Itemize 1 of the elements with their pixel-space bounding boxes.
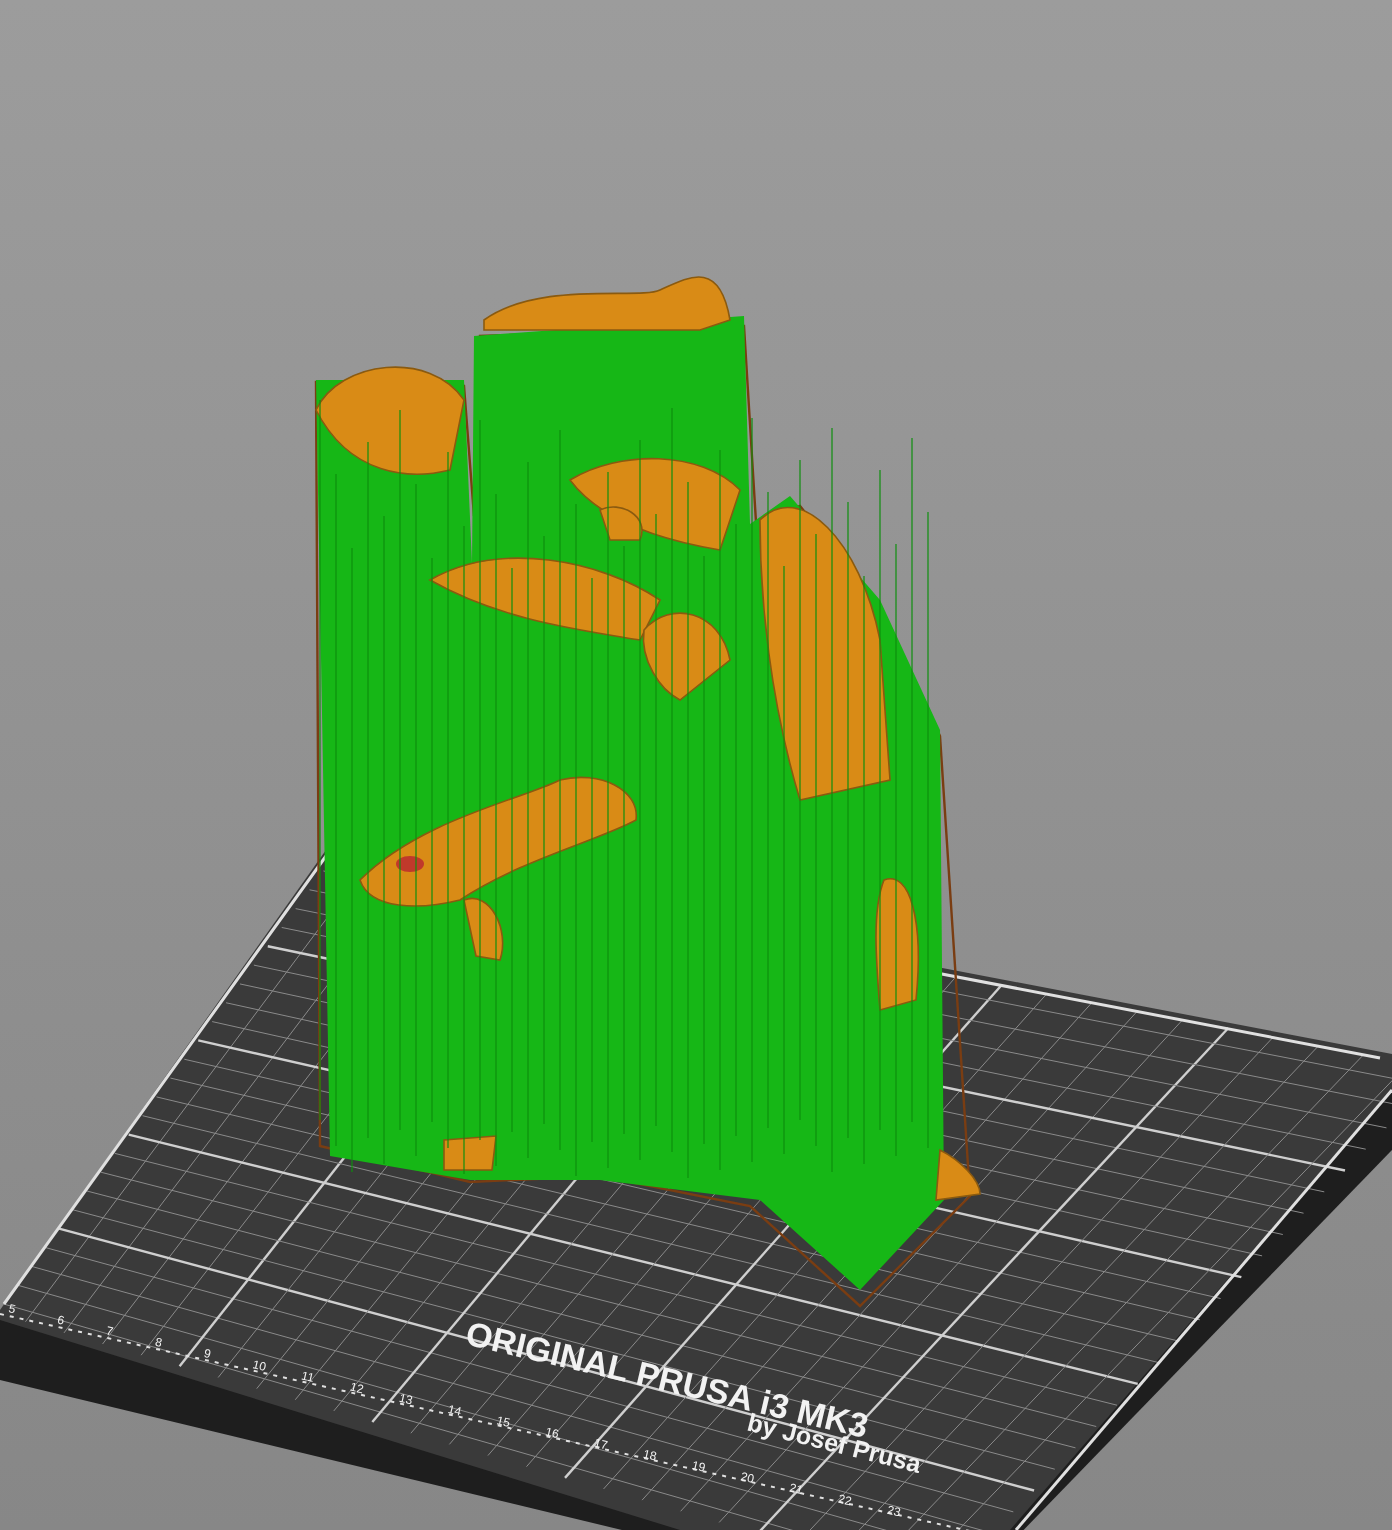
sliced-model-drawing[interactable] <box>314 276 981 1308</box>
